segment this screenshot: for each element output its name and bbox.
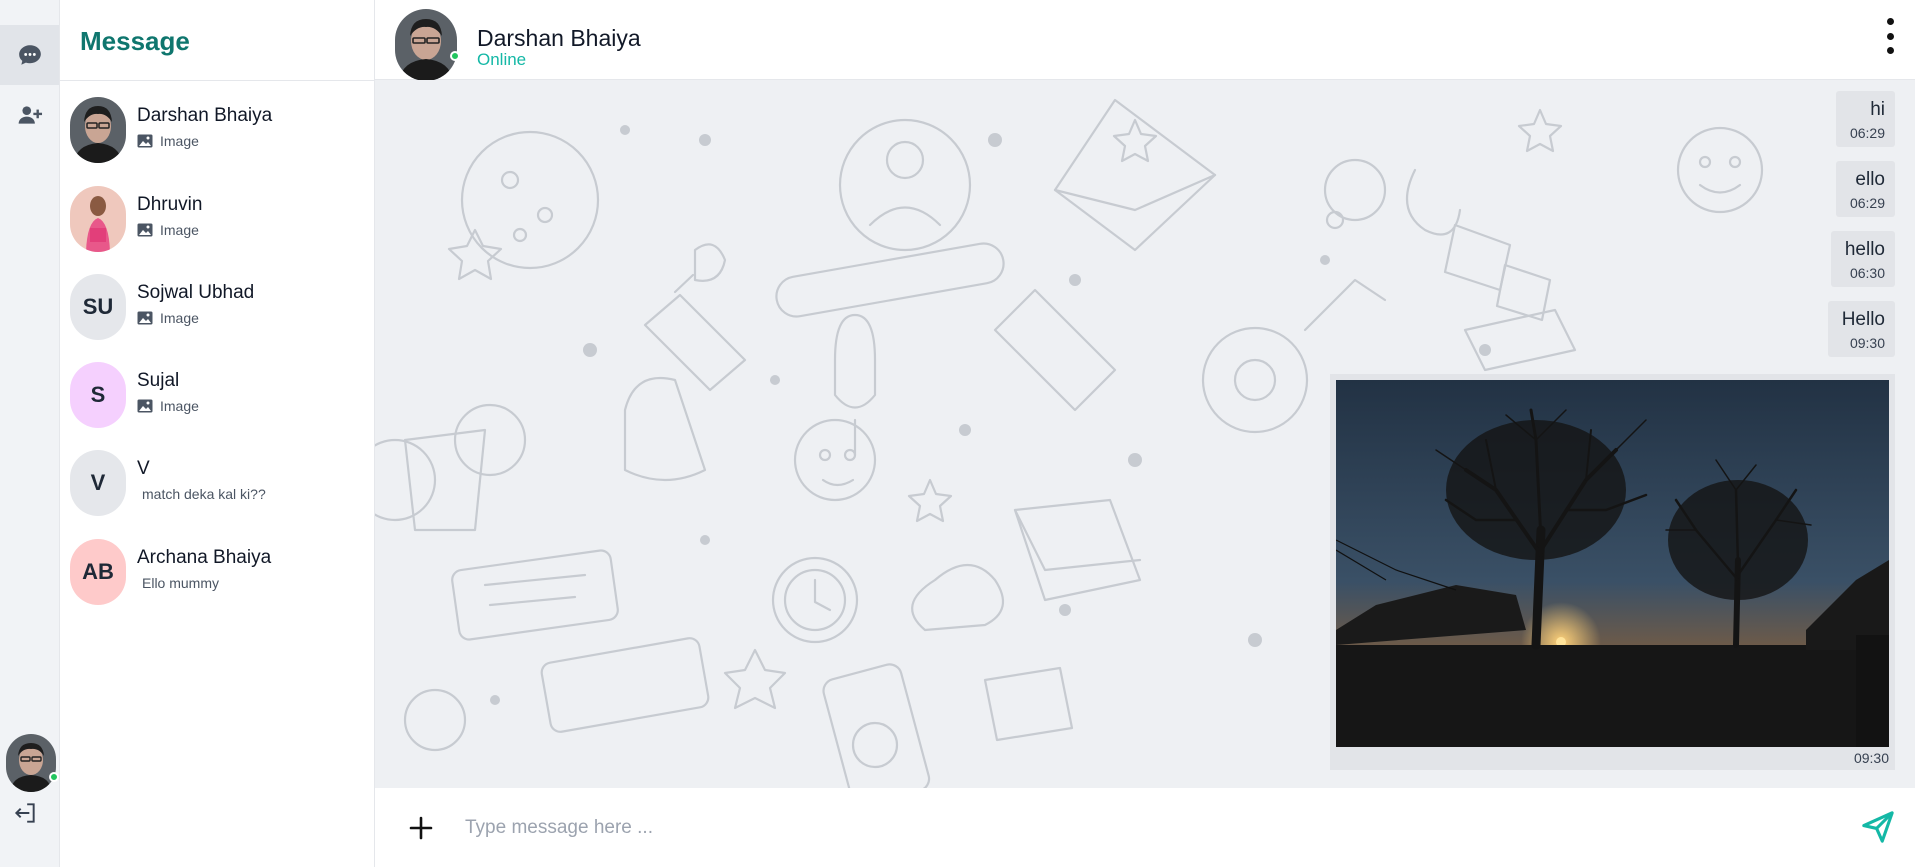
- contact-item-v[interactable]: V V match deka kal ki??: [60, 450, 375, 538]
- contact-preview-text: Image: [160, 398, 199, 414]
- image-message-bubble[interactable]: 09:30: [1330, 374, 1895, 770]
- nav-rail: [0, 0, 60, 867]
- add-contact-nav-button[interactable]: [0, 85, 59, 145]
- chat-contact-avatar[interactable]: [395, 9, 457, 81]
- message-composer: [375, 788, 1915, 867]
- contact-name: Sojwal Ubhad: [137, 282, 255, 303]
- image-icon: [137, 223, 153, 237]
- contact-preview-text: Image: [160, 133, 199, 149]
- message-bubble-outgoing: hello 06:30: [1830, 231, 1895, 287]
- divider: [60, 80, 375, 81]
- add-attachment-icon[interactable]: [405, 812, 437, 844]
- message-text: hi: [1870, 99, 1885, 120]
- shared-photo[interactable]: [1336, 380, 1889, 747]
- list-title: Message: [80, 26, 190, 56]
- contact-preview-text: Image: [160, 310, 199, 326]
- chat-contact-online-indicator: [450, 51, 460, 61]
- image-icon: [137, 134, 153, 148]
- contact-preview-text: Image: [160, 222, 199, 238]
- chat-contact-status: Online: [477, 50, 527, 69]
- contact-avatar: AB: [70, 539, 126, 605]
- contact-name: Archana Bhaiya: [137, 547, 272, 568]
- contact-avatar: SU: [70, 274, 126, 340]
- chat-contact-name: Darshan Bhaiya: [477, 25, 641, 51]
- message-time: 06:30: [1849, 265, 1885, 281]
- message-text: Hello: [1841, 309, 1885, 330]
- chat-header: Darshan Bhaiya Online: [375, 0, 1915, 81]
- contact-name: V: [137, 458, 150, 479]
- contact-preview: Image: [137, 133, 199, 149]
- contact-preview: match deka kal ki??: [142, 486, 266, 502]
- contact-preview: Image: [137, 398, 199, 414]
- message-bubble-outgoing: ello 06:29: [1835, 161, 1895, 217]
- current-user-avatar[interactable]: [6, 734, 59, 792]
- message-bubble-outgoing: hi 06:29: [1835, 91, 1895, 147]
- contact-avatar: [70, 186, 126, 252]
- add-user-icon: [18, 106, 42, 124]
- contact-avatar: [70, 97, 126, 163]
- logout-icon[interactable]: [12, 800, 38, 826]
- message-time: 06:29: [1849, 125, 1885, 141]
- message-input[interactable]: [465, 808, 1665, 848]
- image-icon: [137, 311, 153, 325]
- contact-item-sujal[interactable]: S Sujal Image: [60, 362, 375, 450]
- image-icon: [137, 399, 153, 413]
- message-bubble-outgoing: Hello 09:30: [1827, 301, 1895, 357]
- contact-name: Sujal: [137, 370, 180, 391]
- chats-nav-button[interactable]: [0, 25, 59, 85]
- chat-bubble-icon: [18, 45, 41, 65]
- contact-preview-text: Ello mummy: [142, 575, 220, 591]
- conversation-list-panel: Message Darshan Bhaiya Image Dhruvin Ima…: [60, 0, 375, 867]
- contact-item-archana-bhaiya[interactable]: AB Archana Bhaiya Ello mummy: [60, 539, 375, 627]
- contact-name: Darshan Bhaiya: [137, 105, 273, 126]
- contact-preview-text: match deka kal ki??: [142, 486, 266, 502]
- send-icon[interactable]: [1861, 810, 1895, 844]
- more-options-icon[interactable]: [1883, 18, 1897, 54]
- message-time: 09:30: [1849, 335, 1885, 351]
- contact-name: Dhruvin: [137, 194, 203, 215]
- messages-area: hi 06:29 ello 06:29 hello 06:30 Hello 09…: [375, 80, 1915, 788]
- message-text: hello: [1844, 239, 1885, 260]
- contact-preview: Image: [137, 310, 199, 326]
- contact-item-darshan-bhaiya[interactable]: Darshan Bhaiya Image: [60, 97, 375, 185]
- message-text: ello: [1855, 169, 1885, 190]
- contact-avatar: S: [70, 362, 126, 428]
- current-user-photo: [6, 734, 56, 792]
- contact-item-dhruvin[interactable]: Dhruvin Image: [60, 186, 375, 274]
- contact-preview: Ello mummy: [142, 575, 219, 591]
- message-time: 06:29: [1849, 195, 1885, 211]
- current-user-online-indicator: [49, 772, 59, 782]
- contact-preview: Image: [137, 222, 199, 238]
- contact-item-sojwal-ubhad[interactable]: SU Sojwal Ubhad Image: [60, 274, 375, 362]
- contact-avatar: V: [70, 450, 126, 516]
- message-time: 09:30: [1853, 750, 1889, 766]
